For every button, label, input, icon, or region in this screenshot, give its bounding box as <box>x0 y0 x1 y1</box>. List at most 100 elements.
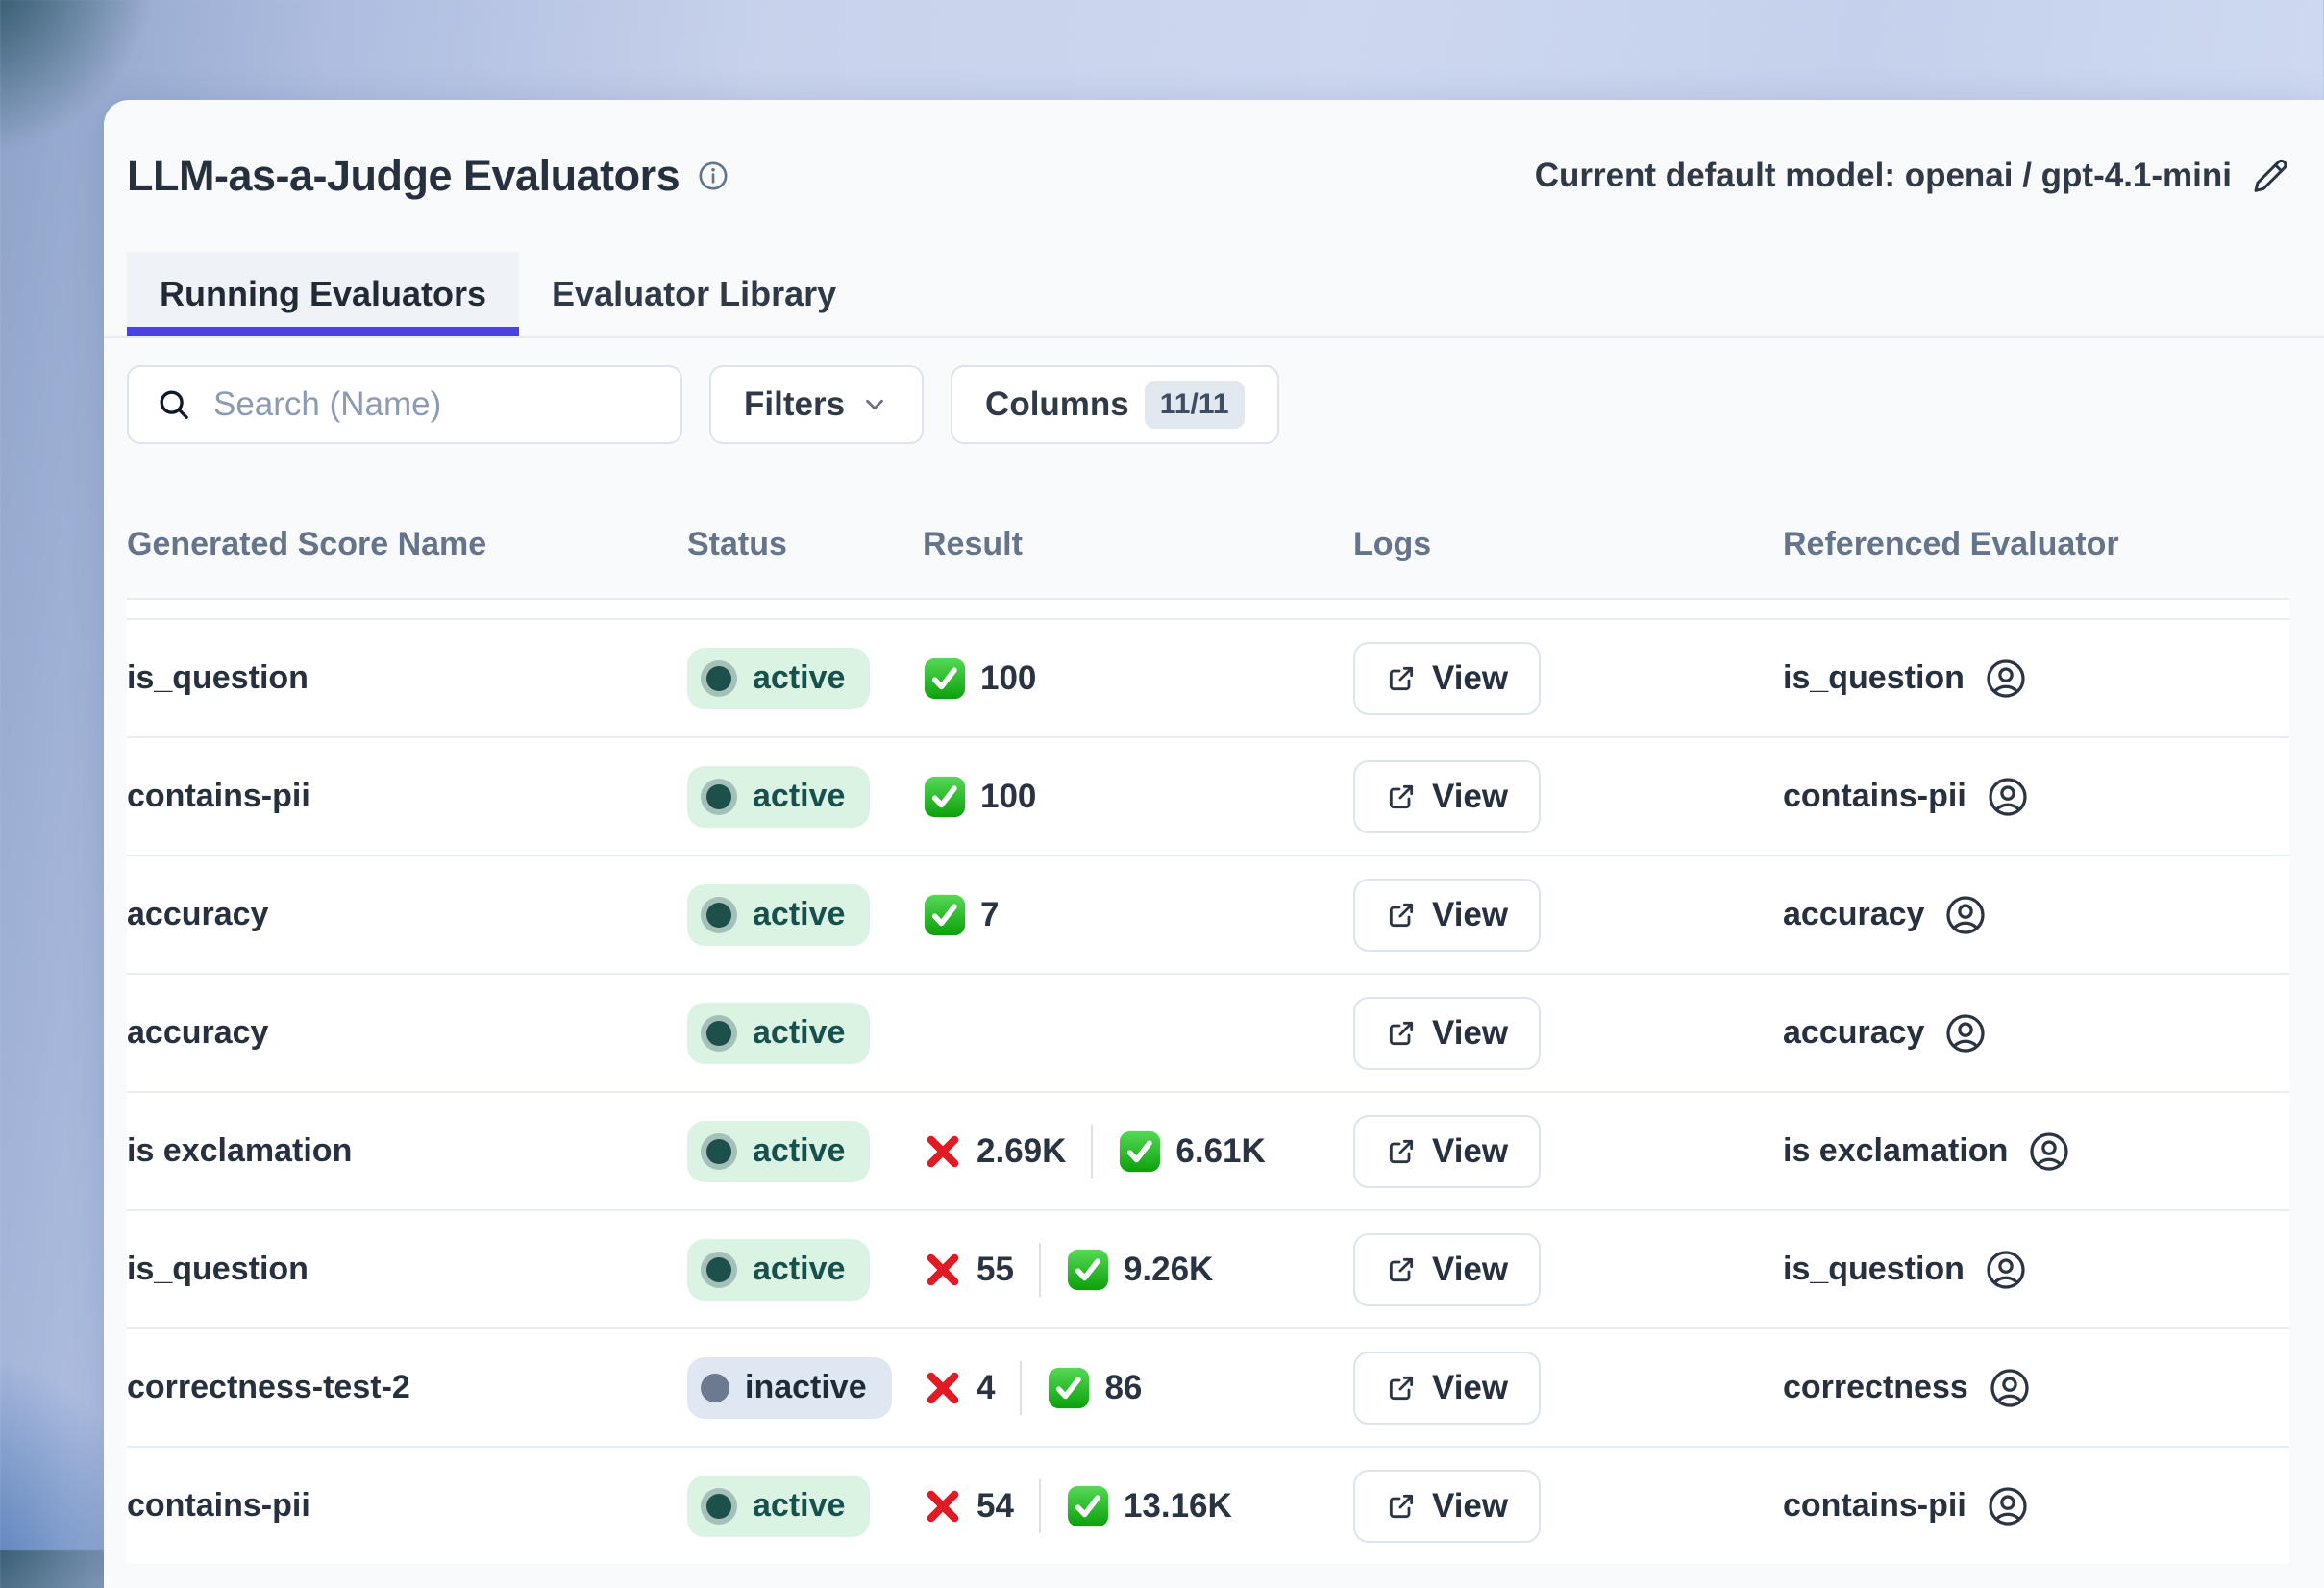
referenced-evaluator-name: contains-pii <box>1783 1487 1966 1525</box>
fail-value: 55 <box>977 1251 1014 1289</box>
pass-value: 6.61K <box>1175 1132 1265 1171</box>
generated-score-name: accuracy <box>127 896 268 933</box>
status-dot-icon <box>701 779 737 815</box>
referenced-evaluator-name: is exclamation <box>1783 1132 2008 1170</box>
filters-label: Filters <box>744 385 845 424</box>
fail-count: 2.69K <box>923 1131 1066 1172</box>
columns-button[interactable]: Columns 11/11 <box>951 365 1279 444</box>
view-logs-button[interactable]: View <box>1353 1470 1541 1543</box>
result-divider <box>1039 1479 1041 1533</box>
fail-count: 4 <box>923 1368 995 1408</box>
search-input-wrap <box>127 365 682 444</box>
generated-score-name: contains-pii <box>127 1487 310 1525</box>
user-circle-icon[interactable] <box>1984 1248 2028 1292</box>
tab-label: Running Evaluators <box>160 274 486 314</box>
view-label: View <box>1432 1487 1508 1526</box>
status-label: active <box>753 896 845 933</box>
referenced-evaluator-name: accuracy <box>1783 896 1924 933</box>
view-logs-button[interactable]: View <box>1353 997 1541 1070</box>
pass-count: 9.26K <box>1066 1248 1213 1292</box>
view-logs-button[interactable]: View <box>1353 642 1541 715</box>
tabs-divider <box>104 336 2324 338</box>
pass-count: 6.61K <box>1118 1129 1265 1174</box>
col-header-status: Status <box>687 526 923 563</box>
fail-value: 54 <box>977 1487 1014 1526</box>
status-badge: active <box>687 1476 870 1537</box>
view-logs-button[interactable]: View <box>1353 879 1541 952</box>
view-label: View <box>1432 1251 1508 1289</box>
check-mark-icon <box>1066 1248 1110 1292</box>
generated-score-name: is_question <box>127 1251 309 1288</box>
table-row: accuracy active 7 <box>127 855 2289 973</box>
status-badge: inactive <box>687 1357 892 1419</box>
view-label: View <box>1432 1132 1508 1171</box>
table-row: is_question active 55 <box>127 1209 2289 1327</box>
pass-count: 86 <box>1047 1366 1142 1410</box>
table-row: contains-pii active 54 <box>127 1446 2289 1564</box>
view-logs-button[interactable]: View <box>1353 760 1541 833</box>
generated-score-name: accuracy <box>127 1014 268 1052</box>
check-mark-icon <box>1066 1484 1110 1528</box>
external-link-icon <box>1386 1373 1417 1403</box>
fail-count: 55 <box>923 1250 1014 1290</box>
generated-score-name: correctness-test-2 <box>127 1369 410 1406</box>
status-dot-icon <box>701 1133 737 1170</box>
view-label: View <box>1432 1369 1508 1407</box>
check-mark-icon <box>923 893 967 937</box>
user-circle-icon[interactable] <box>2027 1129 2071 1174</box>
external-link-icon <box>1386 782 1417 812</box>
user-circle-icon[interactable] <box>1986 775 2030 819</box>
status-badge: active <box>687 1003 870 1064</box>
col-header-result: Result <box>923 526 1353 563</box>
status-badge: active <box>687 766 870 828</box>
columns-label: Columns <box>985 385 1129 424</box>
tab-running-evaluators[interactable]: Running Evaluators <box>127 252 519 336</box>
pass-value: 100 <box>980 659 1036 698</box>
pass-count: 100 <box>923 657 1036 701</box>
user-circle-icon[interactable] <box>1988 1366 2032 1410</box>
generated-score-name: is exclamation <box>127 1132 352 1170</box>
external-link-icon <box>1386 663 1417 694</box>
info-icon[interactable] <box>697 160 729 192</box>
edit-pencil-icon[interactable] <box>2251 157 2289 195</box>
view-logs-button[interactable]: View <box>1353 1233 1541 1306</box>
view-logs-button[interactable]: View <box>1353 1115 1541 1188</box>
col-header-generated-score-name: Generated Score Name <box>127 526 687 563</box>
tab-label: Evaluator Library <box>552 274 836 314</box>
user-circle-icon[interactable] <box>1943 1011 1988 1055</box>
generated-score-name: contains-pii <box>127 778 310 815</box>
referenced-evaluator-name: accuracy <box>1783 1014 1924 1052</box>
view-label: View <box>1432 896 1508 934</box>
external-link-icon <box>1386 1254 1417 1285</box>
status-label: active <box>753 1251 845 1288</box>
search-icon <box>156 386 192 423</box>
referenced-evaluator-name: correctness <box>1783 1369 1968 1406</box>
referenced-evaluator-name: is_question <box>1783 659 1965 697</box>
search-input[interactable] <box>213 385 654 424</box>
result-divider <box>1020 1361 1022 1415</box>
table-row: is_question active 100 <box>127 618 2289 736</box>
status-badge: active <box>687 648 870 709</box>
filters-button[interactable]: Filters <box>709 365 924 444</box>
view-label: View <box>1432 659 1508 698</box>
status-label: active <box>753 1132 845 1170</box>
result-divider <box>1091 1125 1093 1179</box>
pass-count: 100 <box>923 775 1036 819</box>
view-logs-button[interactable]: View <box>1353 1352 1541 1425</box>
table-row: is exclamation active 2.69K <box>127 1091 2289 1209</box>
tab-evaluator-library[interactable]: Evaluator Library <box>519 252 869 336</box>
fail-count: 54 <box>923 1486 1014 1526</box>
user-circle-icon[interactable] <box>1943 893 1988 937</box>
pass-value: 100 <box>980 778 1036 816</box>
check-mark-icon <box>923 657 967 701</box>
user-circle-icon[interactable] <box>1984 657 2028 701</box>
status-dot-icon <box>701 1252 737 1288</box>
status-label: inactive <box>745 1369 867 1406</box>
pass-value: 7 <box>980 896 999 934</box>
generated-score-name: is_question <box>127 659 309 697</box>
pass-value: 13.16K <box>1124 1487 1232 1526</box>
table-row: accuracy active View <box>127 973 2289 1091</box>
external-link-icon <box>1386 1136 1417 1167</box>
user-circle-icon[interactable] <box>1986 1484 2030 1528</box>
view-label: View <box>1432 1014 1508 1053</box>
